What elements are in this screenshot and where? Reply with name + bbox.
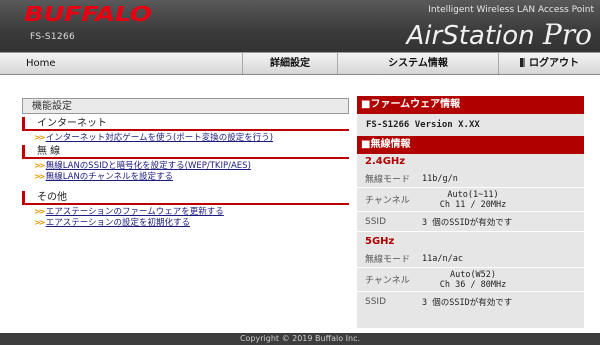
airstation-pro-logo: AirStation Pro [407,18,593,51]
section-other: その他 >> エアステーションのファームウェアを更新する >> エアステーション… [22,191,349,228]
main-nav: Home 詳細設定 システム情報 ログアウト [0,52,600,75]
nav-system-info[interactable]: システム情報 [337,53,498,74]
firmware-version: FS-S1266 Version X.XX [366,120,480,130]
list-item: >> エアステーションの設定を初期化する [22,218,349,228]
row-wireless-mode-24: 無線モード 11b/g/n [357,170,584,188]
row-channel-24: チャンネル Auto(1~11) Ch 11 / 20MHz [357,188,584,212]
link-port-forwarding[interactable]: インターネット対応ゲームを使う(ポート変換の設定を行う) [46,133,273,143]
mode-label: 無線モード [365,175,411,185]
link-factory-reset[interactable]: エアステーションの設定を初期化する [46,218,190,228]
list-item: >> 無線LANのチャンネルを設定する [22,172,349,182]
channel-value: Auto(1~11) Ch 11 / 20MHz [422,190,584,210]
channel-value: Auto(W52) Ch 36 / 80MHz [422,270,584,290]
logout-door-icon [520,58,525,67]
double-arrow-icon: >> [34,218,45,227]
logout-label: ログアウト [529,58,579,69]
row-wireless-mode-5: 無線モード 11a/n/ac [357,250,584,268]
brand-suffix: Pro [542,18,592,51]
section-title: その他 [22,191,349,205]
double-arrow-icon: >> [34,133,45,142]
link-ssid-encryption[interactable]: 無線LANのSSIDと暗号化を設定する(WEP/TKIP/AES) [46,161,251,171]
panel-title: 機能設定 [22,98,349,114]
band-title-5ghz: 5GHz [365,236,395,247]
function-settings-panel: 機能設定 インターネット >> インターネット対応ゲームを使う(ポート変換の設定… [22,98,349,228]
section-wireless: 無 線 >> 無線LANのSSIDと暗号化を設定する(WEP/TKIP/AES)… [22,145,349,182]
product-tagline: Intelligent Wireless LAN Access Point [428,5,594,15]
buffalo-logo: BUFFALO [24,3,152,27]
mode-value: 11b/g/n [422,173,458,184]
double-arrow-icon: >> [34,207,45,216]
channel-label: チャンネル [365,276,410,286]
channel-current: Ch 36 / 80MHz [439,279,507,290]
channel-auto: Auto(1~11) [447,189,499,200]
channel-label: チャンネル [365,196,410,206]
channel-current: Ch 11 / 20MHz [439,199,507,210]
header: BUFFALO FS-S1266 Intelligent Wireless LA… [0,0,600,52]
nav-home[interactable]: Home [0,53,242,74]
list-item: >> インターネット対応ゲームを使う(ポート変換の設定を行う) [22,133,349,143]
band-title-24ghz: 2.4GHz [365,156,406,167]
brand-name: AirStation [406,21,535,51]
row-ssid-5: SSID 3 個のSSIDが有効です [357,292,584,312]
model-name: FS-S1266 [30,32,75,42]
section-internet: インターネット >> インターネット対応ゲームを使う(ポート変換の設定を行う) [22,117,349,143]
ssid-label: SSID [365,216,387,227]
ssid-label: SSID [365,297,387,307]
row-ssid-24: SSID 3 個のSSIDが有効です [357,212,584,232]
nav-detail-settings[interactable]: 詳細設定 [242,53,337,74]
firmware-info-header: ■ファームウェア情報 [357,96,584,114]
section-title: 無 線 [22,145,349,159]
ssid-value: 3 個のSSIDが有効です [422,298,513,308]
row-channel-5: チャンネル Auto(W52) Ch 36 / 80MHz [357,268,584,292]
mode-label: 無線モード [365,255,411,265]
double-arrow-icon: >> [34,161,45,170]
link-channel-settings[interactable]: 無線LANのチャンネルを設定する [46,172,173,182]
link-firmware-update[interactable]: エアステーションのファームウェアを更新する [46,207,224,217]
list-item: >> 無線LANのSSIDと暗号化を設定する(WEP/TKIP/AES) [22,161,349,171]
list-item: >> エアステーションのファームウェアを更新する [22,207,349,217]
wireless-info-header: ■無線情報 [357,136,584,154]
status-panel: ■ファームウェア情報 FS-S1266 Version X.XX ■無線情報 2… [357,96,584,328]
mode-value: 11a/n/ac [422,253,463,264]
footer-copyright: Copyright © 2019 Buffalo Inc. [0,333,600,345]
nav-logout[interactable]: ログアウト [498,53,600,74]
section-title: インターネット [22,117,349,131]
channel-auto: Auto(W52) [449,269,497,280]
ssid-value: 3 個のSSIDが有効です [422,217,513,228]
double-arrow-icon: >> [34,172,45,181]
